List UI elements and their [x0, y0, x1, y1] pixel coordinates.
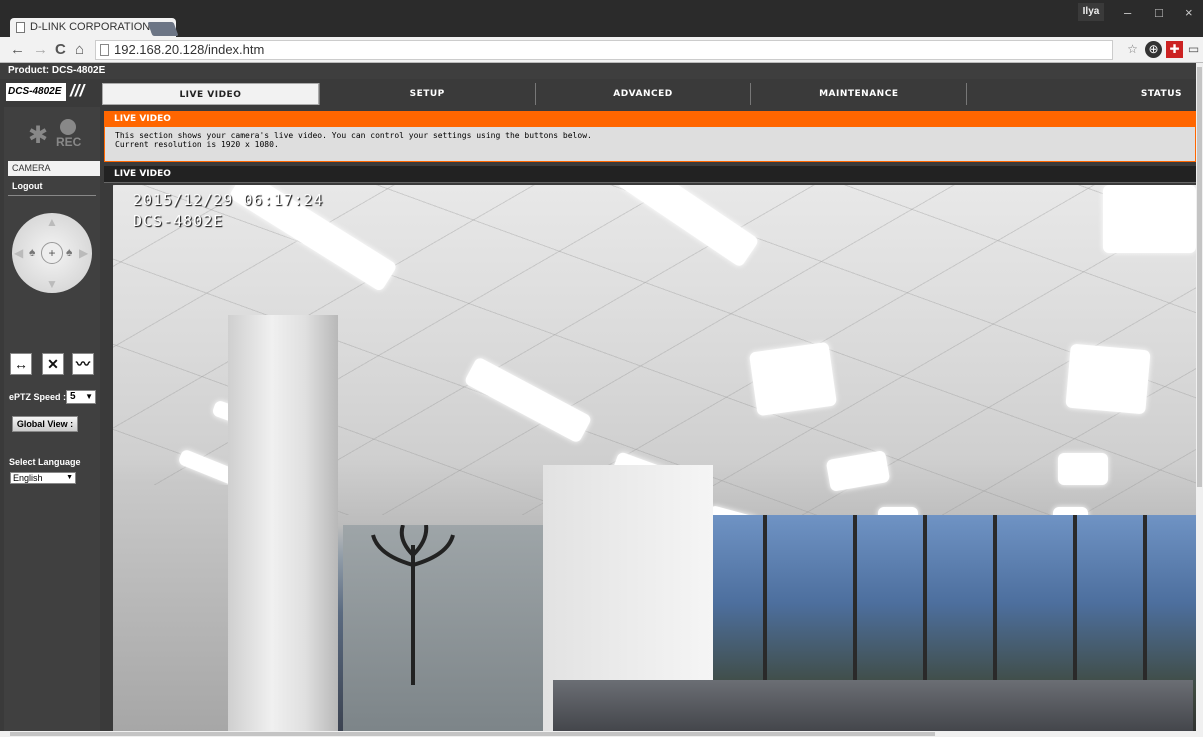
vertical-scroll-thumb[interactable]	[1197, 67, 1202, 487]
language-select[interactable]: English ▼	[10, 472, 76, 484]
top-navigation: LIVE VIDEO SETUP ADVANCED MAINTENANCE ST…	[102, 83, 1196, 105]
ceiling-light	[1103, 185, 1196, 253]
sidebar-divider	[8, 195, 96, 196]
eptz-speed-select[interactable]: 5 ▼	[66, 390, 96, 404]
back-arrow-icon[interactable]: ←	[10, 41, 25, 58]
ptz-up-arrow-icon[interactable]: ▲	[46, 215, 58, 229]
forward-arrow-icon[interactable]: →	[33, 41, 48, 58]
office-wall	[113, 485, 233, 734]
ptz-control-pad[interactable]: ▲ ▼ ◀ ▶ ♠ ♠ +	[12, 213, 92, 293]
new-tab-button[interactable]	[147, 22, 179, 36]
horizontal-patrol-button[interactable]: ↔	[10, 353, 32, 375]
extension-red-icon[interactable]: ✚	[1166, 41, 1183, 58]
rec-label: REC	[56, 135, 82, 149]
horizontal-scrollbar[interactable]	[0, 731, 1196, 737]
tab-setup[interactable]: SETUP	[318, 83, 535, 105]
dropdown-arrow-icon: ▼	[85, 392, 93, 401]
ptz-step-right-icon[interactable]: ♠	[66, 245, 72, 259]
url-text: 192.168.20.128/index.htm	[114, 42, 265, 57]
eptz-speed-value: 5	[70, 391, 76, 402]
info-line-2: Current resolution is 1920 x 1080.	[115, 140, 279, 149]
ptz-home-button[interactable]: +	[41, 242, 63, 264]
osd-timestamp: 2015/12/29 06:17:24	[133, 191, 324, 209]
info-line-1: This section shows your camera's live vi…	[115, 131, 592, 140]
ceiling-light	[748, 341, 838, 417]
product-label: Product: DCS-4802E	[0, 63, 1196, 79]
address-bar-input[interactable]: 192.168.20.128/index.htm	[95, 40, 1113, 60]
window-maximize-button[interactable]: □	[1155, 5, 1163, 20]
ceiling-light	[1065, 343, 1151, 415]
browser-titlebar: D-LINK CORPORATION| IN × Ilya – □ ×	[0, 0, 1203, 37]
ptz-right-arrow-icon[interactable]: ▶	[79, 246, 88, 260]
sidebar: ✱ REC CAMERA Logout ▲ ▼ ◀ ▶ ♠ ♠ + ↔ ✕ 〰 …	[4, 107, 100, 737]
info-box: This section shows your camera's live vi…	[104, 127, 1196, 162]
ptz-down-arrow-icon[interactable]: ▼	[46, 277, 58, 291]
record-dot-icon	[60, 119, 76, 135]
ceiling-light	[1058, 453, 1108, 485]
section-header: LIVE VIDEO	[104, 111, 1196, 127]
tab-status[interactable]: STATUS	[966, 83, 1196, 105]
window-minimize-button[interactable]: –	[1124, 5, 1131, 20]
snapshot-icon: ✱	[28, 122, 49, 149]
user-profile-badge[interactable]: Ilya	[1078, 3, 1104, 21]
office-desks	[553, 680, 1193, 734]
language-value: English	[13, 473, 43, 483]
ptz-step-left-icon[interactable]: ♠	[29, 245, 35, 259]
tab-title: D-LINK CORPORATION| IN	[30, 21, 168, 33]
sidebar-item-logout[interactable]: Logout	[12, 181, 43, 191]
extension-icon[interactable]: ⊕	[1145, 41, 1162, 58]
concrete-pillar	[228, 315, 338, 734]
tab-maintenance[interactable]: MAINTENANCE	[750, 83, 966, 105]
eptz-speed-label: ePTZ Speed :	[9, 392, 67, 402]
model-logo: DCS-4802E	[6, 83, 66, 101]
sidebar-item-camera[interactable]: CAMERA	[8, 161, 100, 176]
coat-rack	[371, 525, 455, 685]
osd-camera-name: DCS-4802E	[133, 212, 224, 230]
main-content: LIVE VIDEO This section shows your camer…	[104, 111, 1196, 183]
stop-patrol-button[interactable]: ✕	[42, 353, 64, 375]
live-video-stream[interactable]: 2015/12/29 06:17:24 DCS-4802E	[113, 185, 1196, 734]
vertical-scrollbar[interactable]	[1196, 63, 1203, 737]
rec-button[interactable]: ✱ REC	[24, 119, 84, 153]
home-icon[interactable]: ⌂	[75, 41, 84, 58]
bookmark-star-icon[interactable]: ☆	[1124, 41, 1141, 58]
cast-icon[interactable]: ▭	[1185, 41, 1202, 58]
tab-live-video[interactable]: LIVE VIDEO	[102, 83, 319, 105]
reload-icon[interactable]: C	[55, 41, 66, 58]
horizontal-scroll-thumb[interactable]	[10, 732, 935, 736]
live-video-header: LIVE VIDEO	[104, 166, 1196, 183]
dropdown-arrow-icon: ▼	[66, 474, 73, 481]
select-language-label: Select Language	[9, 457, 81, 467]
browser-toolbar: ← → C ⌂ 192.168.20.128/index.htm ☆ ⊕ ✚ ▭	[0, 37, 1203, 63]
document-icon	[16, 22, 25, 33]
window-close-button[interactable]: ×	[1185, 5, 1193, 20]
ptz-left-arrow-icon[interactable]: ◀	[14, 246, 23, 260]
auto-patrol-button[interactable]: 〰	[72, 353, 94, 375]
global-view-button[interactable]: Global View :	[12, 416, 78, 432]
tab-advanced[interactable]: ADVANCED	[534, 83, 751, 105]
page-icon	[100, 44, 109, 56]
logo-slashes: ///	[70, 81, 85, 100]
